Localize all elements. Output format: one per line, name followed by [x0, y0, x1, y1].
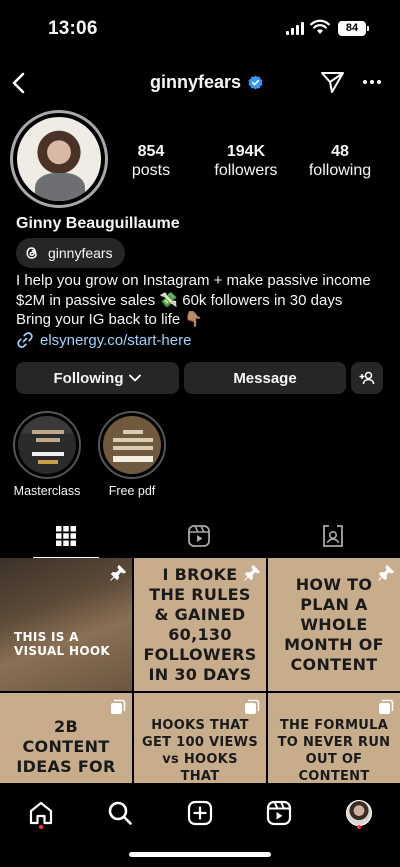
- status-bar: 13:06 84: [0, 0, 400, 56]
- send-message-icon[interactable]: [320, 70, 346, 94]
- highlight-ring: [13, 411, 81, 479]
- highlight-masterclass[interactable]: Masterclass: [13, 411, 81, 498]
- tab-reels[interactable]: [166, 514, 232, 558]
- carousel-icon: [245, 699, 260, 714]
- following-button-label: Following: [53, 369, 124, 387]
- bio-link[interactable]: elsynergy.co/start-here: [16, 331, 191, 349]
- battery-icon: 84: [338, 21, 369, 36]
- more-options-icon[interactable]: [362, 72, 382, 92]
- pin-icon: [378, 565, 394, 581]
- highlight-ring: [98, 411, 166, 479]
- chevron-down-icon: [129, 374, 142, 382]
- following-count: 48: [331, 143, 349, 160]
- message-button[interactable]: Message: [184, 362, 346, 394]
- post-caption-text: 2B CONTENT IDEAS FOR: [16, 717, 116, 776]
- profile-avatar-icon: [346, 800, 372, 826]
- post-caption-text: HOW TO PLAN A WHOLE MONTH OF CONTENT: [284, 574, 384, 674]
- followers-label: followers: [214, 162, 278, 179]
- bio-line: I help you grow on Instagram + make pass…: [16, 272, 371, 289]
- highlight-free-pdf[interactable]: Free pdf: [98, 411, 166, 498]
- highlight-label: Masterclass: [13, 484, 81, 498]
- pin-icon: [244, 565, 260, 581]
- threads-badge[interactable]: ginnyfears: [16, 238, 125, 268]
- highlight-cover: [18, 416, 76, 474]
- nav-search[interactable]: [100, 793, 140, 833]
- username-text: ginnyfears: [150, 72, 242, 92]
- search-icon: [108, 801, 132, 825]
- reels-icon: [266, 800, 292, 826]
- stat-followers[interactable]: 194K followers: [210, 142, 282, 180]
- post-caption-text: I BROKE THE RULES & GAINED 60,130 FOLLOW…: [143, 564, 257, 684]
- highlight-label: Free pdf: [108, 484, 156, 498]
- avatar-image: [17, 117, 101, 201]
- post-caption-text: HOOKS THAT GET 100 VIEWS vs HOOKS THAT: [142, 718, 258, 784]
- bio-line: Bring your IG back to life 👇🏽: [16, 311, 204, 328]
- grid-icon: [56, 525, 76, 546]
- post-thumbnail[interactable]: HOW TO PLAN A WHOLE MONTH OF CONTENT: [268, 558, 400, 691]
- nav-reels[interactable]: [259, 793, 299, 833]
- header-username[interactable]: ginnyfears: [150, 72, 263, 93]
- following-label: following: [308, 162, 372, 179]
- followers-count: 194K: [226, 143, 266, 160]
- back-arrow-icon[interactable]: [6, 68, 34, 98]
- add-user-icon: [359, 371, 375, 385]
- threads-handle: ginnyfears: [48, 245, 113, 261]
- tab-posts-grid[interactable]: [33, 514, 99, 558]
- bio-line: $2M in passive sales 💸 60k followers in …: [16, 291, 343, 309]
- profile-tabs: [0, 514, 400, 558]
- following-button[interactable]: Following: [16, 362, 179, 394]
- threads-icon: [26, 247, 37, 259]
- create-post-icon: [187, 800, 213, 826]
- profile-notification-dot: [357, 825, 361, 829]
- profile-bio: I help you grow on Instagram + make pass…: [16, 271, 371, 330]
- profile-avatar[interactable]: [10, 110, 108, 208]
- wifi-icon: [310, 19, 330, 34]
- bio-link-text[interactable]: elsynergy.co/start-here: [40, 332, 191, 349]
- posts-count: 854: [137, 143, 165, 160]
- tagged-person-icon: [323, 525, 343, 547]
- highlight-cover: [103, 416, 161, 474]
- tab-tagged[interactable]: [300, 514, 366, 558]
- nav-create[interactable]: [180, 793, 220, 833]
- link-icon: [17, 332, 33, 348]
- cellular-signal-icon: [286, 22, 304, 35]
- post-thumbnail[interactable]: I BROKE THE RULES & GAINED 60,130 FOLLOW…: [134, 558, 266, 691]
- carousel-icon: [379, 699, 394, 714]
- posts-label: posts: [131, 162, 171, 179]
- message-button-label: Message: [233, 369, 297, 387]
- post-caption-text: THIS IS A VISUAL HOOK: [14, 630, 110, 658]
- home-notification-dot: [39, 825, 43, 829]
- pin-icon: [110, 565, 126, 581]
- stat-following[interactable]: 48 following: [306, 142, 374, 180]
- stat-posts[interactable]: 854 posts: [126, 142, 176, 180]
- carousel-icon: [111, 699, 126, 714]
- suggested-users-button[interactable]: [351, 362, 383, 394]
- profile-header: ginnyfears: [0, 62, 400, 104]
- home-icon: [29, 801, 53, 825]
- verified-badge-icon: [248, 75, 263, 90]
- home-indicator: [129, 852, 271, 857]
- status-time: 13:06: [48, 18, 98, 39]
- profile-full-name: Ginny Beauguillaume: [16, 215, 180, 232]
- post-thumbnail[interactable]: THIS IS A VISUAL HOOK: [0, 558, 132, 691]
- reels-icon: [188, 525, 210, 547]
